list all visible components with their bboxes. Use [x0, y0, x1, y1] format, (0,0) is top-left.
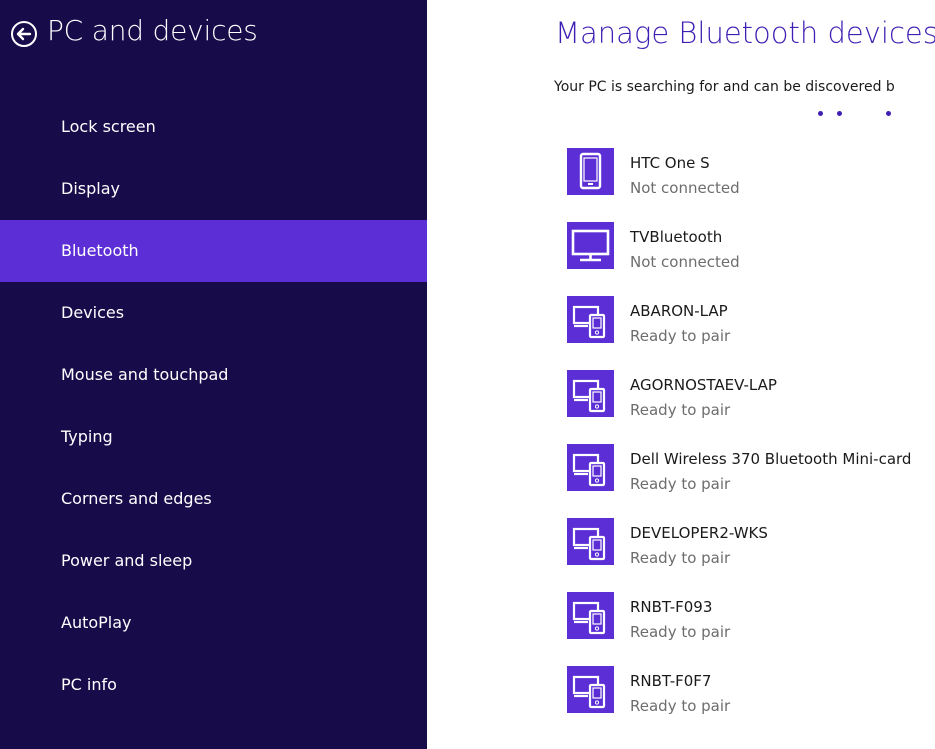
device-list-item[interactable]: TVBluetooth Not connected [567, 222, 935, 296]
device-status: Ready to pair [630, 623, 731, 641]
device-name: RNBT-F093 [630, 598, 713, 616]
device-list-item[interactable]: RNBT-F093 Ready to pair [567, 592, 935, 666]
computer-devices-icon [567, 444, 614, 491]
sidebar-header: PC and devices [0, 0, 427, 72]
device-status: Ready to pair [630, 697, 731, 715]
device-list-item[interactable]: Dell Wireless 370 Bluetooth Mini-card Rea… [567, 444, 935, 518]
device-name: RNBT-F0F7 [630, 672, 712, 690]
device-list-item[interactable]: DEVELOPER2-WKS Ready to pair [567, 518, 935, 592]
device-status: Not connected [630, 253, 740, 271]
device-list-item[interactable]: RNBT-F0F7 Ready to pair [567, 666, 935, 740]
sidebar-nav: Lock screen Display Bluetooth Devices Mouse … [0, 96, 427, 716]
sidebar-item-bluetooth[interactable]: Bluetooth [0, 220, 427, 282]
sidebar-item-display[interactable]: Display [0, 158, 427, 220]
sidebar-item-pc-info[interactable]: PC info [0, 654, 427, 716]
sidebar-item-mouse-and-touchpad[interactable]: Mouse and touchpad [0, 344, 427, 406]
device-name: ABARON-LAP [630, 302, 728, 320]
settings-window: PC and devices Lock screen Display Bluetoo… [0, 0, 935, 749]
device-status: Ready to pair [630, 401, 731, 419]
device-status: Not connected [630, 179, 740, 197]
device-status: Ready to pair [630, 549, 731, 567]
device-list: HTC One S Not connected TVBluetooth Not con… [567, 148, 935, 740]
progress-dot [837, 111, 842, 116]
device-status: Ready to pair [630, 475, 731, 493]
sidebar-title: PC and devices [47, 14, 258, 47]
device-status: Ready to pair [630, 327, 731, 345]
device-name: DEVELOPER2-WKS [630, 524, 768, 542]
monitor-icon [567, 222, 614, 269]
sidebar-item-lock-screen[interactable]: Lock screen [0, 96, 427, 158]
computer-devices-icon [567, 592, 614, 639]
device-list-item[interactable]: AGORNOSTAEV-LAP Ready to pair [567, 370, 935, 444]
sidebar-item-typing[interactable]: Typing [0, 406, 427, 468]
device-name: AGORNOSTAEV-LAP [630, 376, 777, 394]
device-name: HTC One S [630, 154, 710, 172]
progress-dot [886, 111, 891, 116]
sidebar-item-devices[interactable]: Devices [0, 282, 427, 344]
computer-devices-icon [567, 296, 614, 343]
main-content: Manage Bluetooth devices Your PC is sear… [427, 0, 935, 749]
sidebar: PC and devices Lock screen Display Bluetoo… [0, 0, 427, 749]
computer-devices-icon [567, 518, 614, 565]
device-list-item[interactable]: ABARON-LAP Ready to pair [567, 296, 935, 370]
sidebar-item-power-and-sleep[interactable]: Power and sleep [0, 530, 427, 592]
discovery-status-text: Your PC is searching for and can be disc… [554, 79, 895, 95]
sidebar-item-autoplay[interactable]: AutoPlay [0, 592, 427, 654]
phone-icon [567, 148, 614, 195]
device-name: TVBluetooth [630, 228, 723, 246]
computer-devices-icon [567, 666, 614, 713]
back-arrow-circle-icon[interactable] [10, 20, 38, 48]
device-list-item[interactable]: HTC One S Not connected [567, 148, 935, 222]
progress-dot [818, 111, 823, 116]
device-name: Dell Wireless 370 Bluetooth Mini-card [630, 450, 912, 468]
computer-devices-icon [567, 370, 614, 417]
page-title: Manage Bluetooth devices [555, 16, 935, 50]
sidebar-item-corners-and-edges[interactable]: Corners and edges [0, 468, 427, 530]
